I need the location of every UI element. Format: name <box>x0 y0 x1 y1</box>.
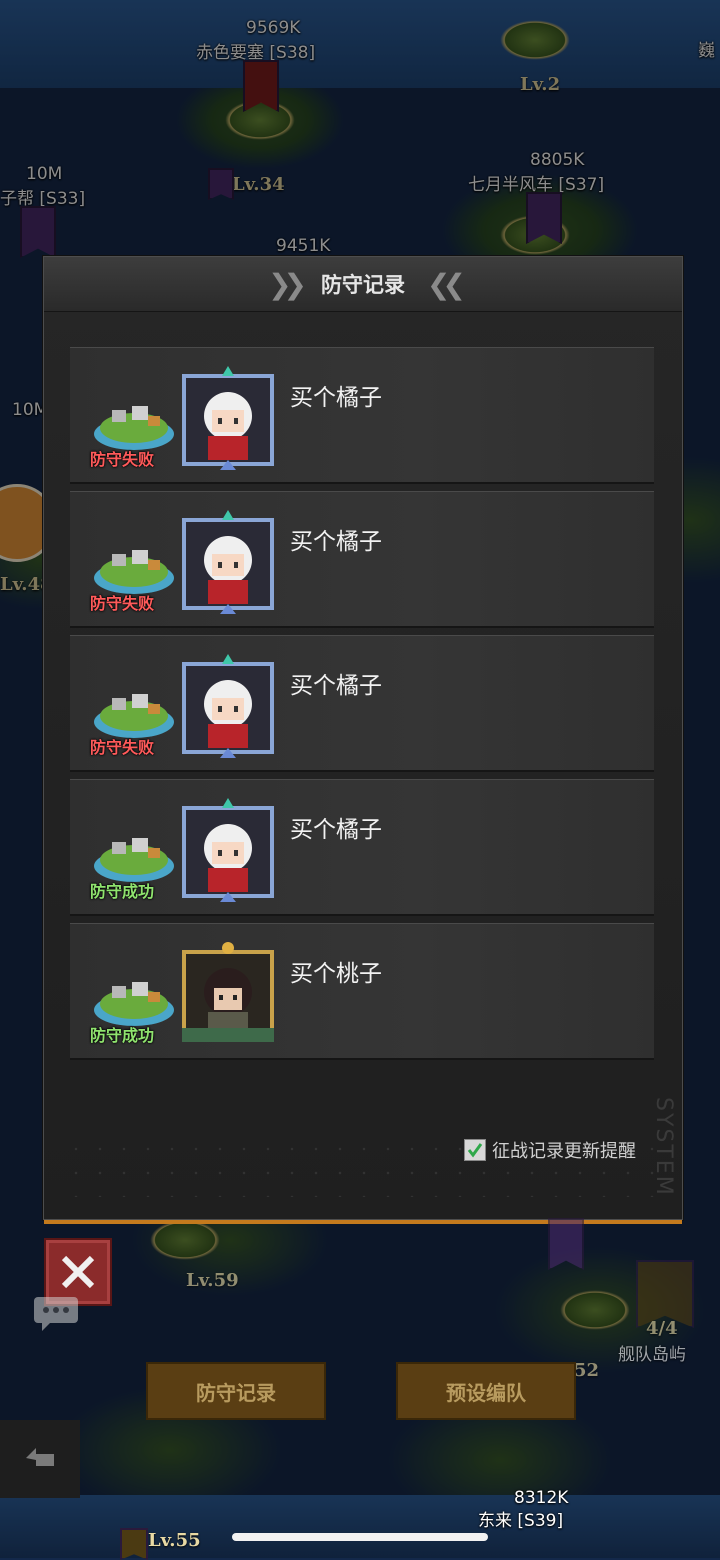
attacker-name: 买个橘子 <box>290 673 382 699</box>
map-level-label: Lv.55 <box>148 1530 201 1551</box>
island-base-icon <box>94 982 174 1026</box>
map-power-label: 8312K <box>514 1488 569 1508</box>
chevron-right-icon: ❯❯ <box>268 267 307 301</box>
close-icon <box>61 1255 95 1289</box>
reminder-label: 征战记录更新提醒 <box>492 1141 636 1162</box>
attacker-name: 买个橘子 <box>290 529 382 555</box>
map-number-label: 52 <box>574 1360 600 1381</box>
white-haired-girl-avatar-icon <box>182 510 274 614</box>
chevron-left-icon: ❮❮ <box>427 267 466 301</box>
defense-record-button[interactable]: 防守记录 <box>146 1362 326 1420</box>
map-guild-label[interactable]: 东来 [S39] <box>478 1506 563 1531</box>
checkbox[interactable] <box>464 1139 486 1161</box>
defense-result-label: 防守失败 <box>90 594 155 613</box>
preset-formation-button[interactable]: 预设编队 <box>396 1362 576 1420</box>
white-haired-girl-avatar-icon <box>182 654 274 758</box>
defense-result-label: 防守成功 <box>90 1026 155 1045</box>
defense-record-row[interactable]: 防守成功 买个桃子 <box>70 923 654 1060</box>
chat-bubble-icon[interactable] <box>32 1295 80 1333</box>
defense-result-label: 防守失败 <box>90 738 155 757</box>
island-base-icon <box>94 406 174 450</box>
attacker-name: 买个桃子 <box>290 961 382 987</box>
defense-record-row[interactable]: 防守失败 买个橘子 <box>70 635 654 772</box>
attacker-name: 买个橘子 <box>290 385 382 411</box>
fleet-island-label: 舰队岛屿 <box>618 1345 686 1365</box>
island-base-icon <box>94 550 174 594</box>
modal-header: ❯❯ 防守记录 ❮❮ <box>44 257 682 312</box>
defense-result-label: 防守成功 <box>90 882 155 901</box>
back-button[interactable] <box>0 1420 80 1498</box>
island-base-icon <box>94 838 174 882</box>
system-watermark: SYSTEM <box>651 1097 676 1197</box>
fleet-count: 4/4 <box>646 1318 678 1339</box>
back-arrow-icon <box>26 1448 54 1466</box>
dark-haired-girl-avatar-icon <box>182 942 274 1042</box>
attacker-name: 买个橘子 <box>290 817 382 843</box>
home-indicator <box>232 1533 488 1541</box>
white-haired-girl-avatar-icon <box>182 798 274 902</box>
defense-record-row[interactable]: 防守失败 买个橘子 <box>70 347 654 484</box>
defense-record-row[interactable]: 防守失败 买个橘子 <box>70 491 654 628</box>
update-reminder-toggle[interactable]: 征战记录更新提醒 <box>464 1137 636 1163</box>
white-haired-girl-avatar-icon <box>182 366 274 470</box>
defense-record-row[interactable]: 防守成功 买个橘子 <box>70 779 654 916</box>
island-base-icon <box>94 694 174 738</box>
map-level-label: Lv.59 <box>186 1270 239 1291</box>
modal-title: 防守记录 <box>321 273 405 297</box>
defense-result-label: 防守失败 <box>90 450 155 469</box>
checkmark-icon <box>467 1143 483 1158</box>
defense-record-modal: ❯❯ 防守记录 ❮❮ 防守失败 买个橘子 防守失败 买个橘子 防守失败 买个橘子… <box>43 256 683 1224</box>
